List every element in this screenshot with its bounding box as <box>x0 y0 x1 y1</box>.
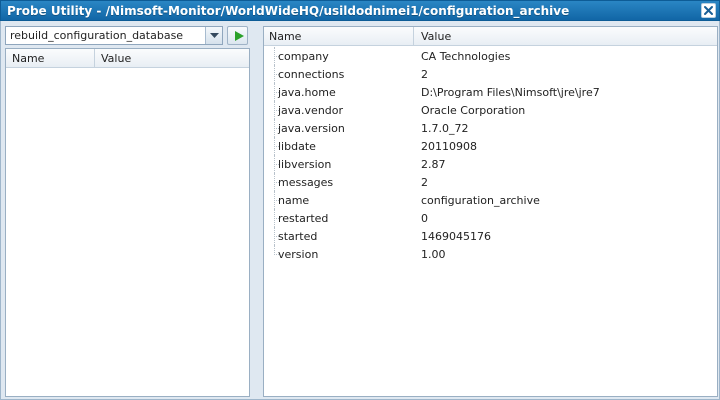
row-name: java.vendor <box>278 104 344 117</box>
column-header-value[interactable]: Value <box>101 52 131 65</box>
column-header-value[interactable]: Value <box>421 30 451 43</box>
command-arguments-table[interactable]: Name Value <box>5 48 250 397</box>
row-value: configuration_archive <box>421 194 540 207</box>
table-row[interactable]: name configuration_archive <box>264 191 717 209</box>
row-value: 1.00 <box>421 248 446 261</box>
probe-info-table[interactable]: Name Value company CA Technologies conne… <box>263 26 718 397</box>
row-name: messages <box>278 176 334 189</box>
row-name: java.home <box>278 86 336 99</box>
chevron-down-icon <box>210 33 219 38</box>
table-row[interactable]: company CA Technologies <box>264 47 717 65</box>
row-name: libdate <box>278 140 316 153</box>
play-icon <box>235 31 244 41</box>
column-separator[interactable] <box>94 49 95 67</box>
row-name: connections <box>278 68 345 81</box>
table-row[interactable]: connections 2 <box>264 65 717 83</box>
row-name: libversion <box>278 158 332 171</box>
window-body: rebuild_configuration_database Name Valu… <box>0 21 720 400</box>
row-name: company <box>278 50 329 63</box>
row-value: 2.87 <box>421 158 446 171</box>
table-row[interactable]: java.home D:\Program Files\Nimsoft\jre\j… <box>264 83 717 101</box>
row-name: name <box>278 194 310 207</box>
run-button[interactable] <box>227 26 248 45</box>
row-value: 20110908 <box>421 140 477 153</box>
table-row[interactable]: version 1.00 <box>264 245 717 263</box>
title-bar: Probe Utility - /Nimsoft-Monitor/WorldWi… <box>0 0 720 21</box>
column-header-name[interactable]: Name <box>269 30 301 43</box>
row-value: 2 <box>421 68 428 81</box>
table-row[interactable]: restarted 0 <box>264 209 717 227</box>
row-value: CA Technologies <box>421 50 511 63</box>
row-value: 0 <box>421 212 428 225</box>
row-value: 1.7.0_72 <box>421 122 469 135</box>
window-title: Probe Utility - /Nimsoft-Monitor/WorldWi… <box>7 4 570 18</box>
close-icon <box>704 6 713 15</box>
table-row[interactable]: started 1469045176 <box>264 227 717 245</box>
row-value: D:\Program Files\Nimsoft\jre\jre7 <box>421 86 600 99</box>
row-value: 1469045176 <box>421 230 491 243</box>
column-header-name[interactable]: Name <box>12 52 44 65</box>
command-select-value: rebuild_configuration_database <box>10 29 184 42</box>
table-header: Name Value <box>264 27 717 46</box>
row-value: Oracle Corporation <box>421 104 526 117</box>
table-row[interactable]: java.version 1.7.0_72 <box>264 119 717 137</box>
column-separator[interactable] <box>413 27 414 45</box>
row-name: restarted <box>278 212 329 225</box>
row-name: version <box>278 248 319 261</box>
table-row[interactable]: messages 2 <box>264 173 717 191</box>
table-row[interactable]: libversion 2.87 <box>264 155 717 173</box>
close-button[interactable] <box>701 3 716 18</box>
row-name: java.version <box>278 122 345 135</box>
command-select-toggle[interactable] <box>205 27 222 44</box>
row-value: 2 <box>421 176 428 189</box>
table-row[interactable]: java.vendor Oracle Corporation <box>264 101 717 119</box>
command-select[interactable]: rebuild_configuration_database <box>5 26 223 45</box>
table-row[interactable]: libdate 20110908 <box>264 137 717 155</box>
table-header: Name Value <box>6 49 249 68</box>
row-name: started <box>278 230 318 243</box>
